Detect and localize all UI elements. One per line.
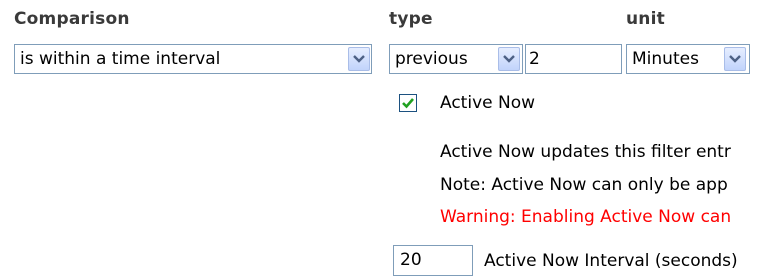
- type-select-value: previous: [395, 49, 468, 69]
- chevron-down-icon: [729, 55, 741, 63]
- interval-label: Active Now Interval (seconds): [484, 251, 738, 271]
- type-select[interactable]: previous: [389, 44, 523, 74]
- unit-dropdown-button[interactable]: [724, 47, 746, 71]
- active-now-note: Note: Active Now can only be app: [440, 175, 728, 195]
- active-now-description: Active Now updates this filter entr: [440, 142, 731, 162]
- active-now-checkbox[interactable]: [399, 94, 417, 112]
- unit-header: unit: [626, 9, 665, 29]
- interval-input[interactable]: 20: [393, 245, 473, 276]
- comparison-select[interactable]: is within a time interval: [14, 44, 372, 74]
- active-now-warning: Warning: Enabling Active Now can: [440, 207, 732, 227]
- chevron-down-icon: [503, 55, 515, 63]
- active-now-label: Active Now: [440, 93, 536, 113]
- unit-select-value: Minutes: [632, 49, 699, 69]
- unit-select[interactable]: Minutes: [626, 44, 750, 74]
- comparison-header: Comparison: [14, 9, 130, 29]
- type-header: type: [389, 9, 433, 29]
- amount-input[interactable]: 2: [525, 44, 622, 74]
- checkmark-icon: [402, 98, 414, 109]
- comparison-select-value: is within a time interval: [20, 49, 221, 69]
- chevron-down-icon: [353, 55, 365, 63]
- comparison-dropdown-button[interactable]: [348, 47, 370, 71]
- type-dropdown-button[interactable]: [498, 47, 520, 71]
